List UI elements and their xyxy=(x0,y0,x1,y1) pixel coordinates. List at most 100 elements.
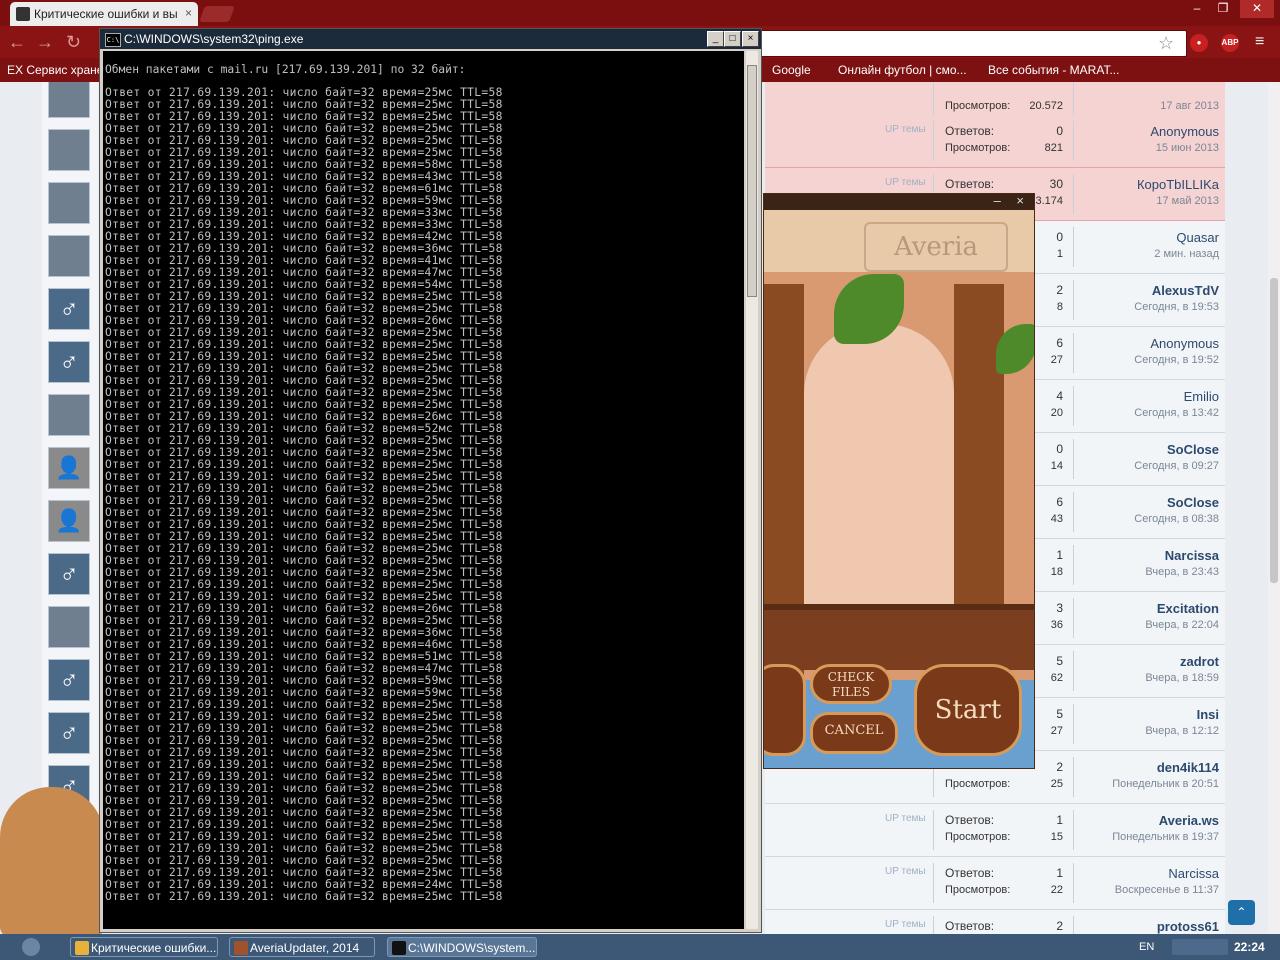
console-scrollbar-thumb[interactable] xyxy=(747,65,757,297)
bookmark-item[interactable]: Все события - MARAT... xyxy=(988,63,1119,77)
check-files-button[interactable]: CHECK FILES xyxy=(810,664,892,704)
last-post-date: Сегодня, в 19:53 xyxy=(1134,301,1219,313)
last-poster-link[interactable]: AlexusTdV xyxy=(1152,283,1219,298)
reload-icon[interactable]: ↻ xyxy=(66,32,81,53)
user-avatar[interactable]: 👤 xyxy=(48,447,90,489)
averia-window-controls[interactable]: ‒ × xyxy=(994,194,1030,208)
cancel-button[interactable]: CANCEL xyxy=(810,712,898,754)
bookmark-star-icon[interactable]: ☆ xyxy=(1158,33,1174,54)
averia-updater-window: ‒ × Averia CHECK FILES CANCEL Start xyxy=(763,193,1035,769)
last-post-date: Вчера, в 22:04 xyxy=(1145,619,1219,631)
user-avatar[interactable] xyxy=(48,235,90,277)
replies-count: 2 xyxy=(1056,919,1063,933)
last-poster-link[interactable]: Narcissa xyxy=(1165,548,1219,563)
averia-side-button[interactable] xyxy=(764,664,806,756)
last-poster-link[interactable]: Insi xyxy=(1197,707,1219,722)
user-avatar[interactable] xyxy=(48,129,90,171)
last-poster-link[interactable]: Anonymous xyxy=(1150,124,1219,139)
last-poster-link[interactable]: Emilio xyxy=(1184,389,1219,404)
user-avatar[interactable] xyxy=(48,82,90,118)
row-divider xyxy=(1073,651,1074,691)
last-poster-link[interactable]: den4ik114 xyxy=(1157,760,1219,775)
views-count: 821 xyxy=(1044,142,1063,154)
adblock-icon[interactable]: ABP xyxy=(1221,34,1239,52)
ping-header-line: Обмен пакетами с mail.ru [217.69.139.201… xyxy=(105,63,466,76)
last-post-date: Сегодня, в 08:38 xyxy=(1134,513,1219,525)
user-avatar[interactable]: ♂ xyxy=(48,712,90,754)
row-divider xyxy=(1073,704,1074,744)
replies-label: Ответов: xyxy=(945,124,995,138)
bookmark-item[interactable]: EX Сервис хране xyxy=(7,63,103,77)
console-close-button[interactable]: × xyxy=(742,31,759,47)
topic-row[interactable]: UP темы Ответов: 2 protoss61 xyxy=(765,910,1225,934)
replies-label: Ответов: xyxy=(945,866,995,880)
console-minimize-button[interactable]: _ xyxy=(707,31,724,47)
bookmark-item[interactable]: Онлайн футбол | смо... xyxy=(838,63,967,77)
scroll-to-top-button[interactable]: ⌃ xyxy=(1228,900,1255,925)
averia-title-bar[interactable]: ‒ × xyxy=(764,194,1034,210)
taskbar-button[interactable]: Критические ошибки... xyxy=(70,937,218,957)
last-poster-link[interactable]: Narcissa xyxy=(1168,866,1219,881)
last-post-date: Сегодня, в 09:27 xyxy=(1134,460,1219,472)
up-topic-link[interactable]: UP темы xyxy=(885,177,926,188)
last-poster-link[interactable]: protoss61 xyxy=(1157,919,1219,934)
console-icon: C:\ xyxy=(105,33,121,47)
up-topic-link[interactable]: UP темы xyxy=(885,813,926,824)
minimize-button[interactable]: ‒ xyxy=(1184,0,1210,18)
user-avatar[interactable]: ♂ xyxy=(48,341,90,383)
back-icon[interactable]: ← xyxy=(8,32,26,53)
language-indicator[interactable]: EN xyxy=(1139,941,1154,953)
user-avatar[interactable]: 👤 xyxy=(48,500,90,542)
last-poster-link[interactable]: zadrot xyxy=(1180,654,1219,669)
new-tab-button[interactable] xyxy=(199,6,235,22)
last-poster-link[interactable]: Anonymous xyxy=(1150,336,1219,351)
tab-close-icon[interactable]: × xyxy=(185,6,192,20)
user-avatar[interactable] xyxy=(48,606,90,648)
console-window: C:\ C:\WINDOWS\system32\ping.exe _ □ × О… xyxy=(99,28,762,933)
replies-label: Ответов: xyxy=(945,919,995,933)
user-avatar[interactable]: ♂ xyxy=(48,659,90,701)
tab-favicon-icon xyxy=(16,7,30,21)
up-topic-link[interactable]: UP темы xyxy=(885,124,926,135)
last-poster-link[interactable]: Quasar xyxy=(1176,230,1219,245)
topic-row[interactable]: UP темы Ответов: 1 Просмотров: 22 Narcissa Вос… xyxy=(765,857,1225,910)
menu-icon[interactable]: ≡ xyxy=(1255,33,1264,51)
last-poster-link[interactable]: SoClose xyxy=(1167,442,1219,457)
start-button[interactable]: Start xyxy=(914,664,1022,756)
user-avatar[interactable] xyxy=(48,182,90,224)
up-topic-link[interactable]: UP темы xyxy=(885,919,926,930)
maximize-button[interactable]: ❐ xyxy=(1210,0,1236,18)
up-topic-link[interactable]: UP темы xyxy=(885,866,926,877)
replies-label: Ответов: xyxy=(945,177,995,191)
console-output[interactable]: Обмен пакетами с mail.ru [217.69.139.201… xyxy=(103,51,744,929)
console-maximize-button[interactable]: □ xyxy=(724,31,741,47)
user-avatar[interactable] xyxy=(48,394,90,436)
last-post-date: Вчера, в 18:59 xyxy=(1145,672,1219,684)
views-count: 20.572 xyxy=(1029,100,1063,112)
extension-stop-icon[interactable]: ● xyxy=(1190,34,1208,52)
close-window-button[interactable]: ✕ xyxy=(1240,0,1274,18)
last-poster-link[interactable]: КороТbILLIKa xyxy=(1137,177,1219,192)
user-avatar[interactable]: ♂ xyxy=(48,288,90,330)
taskbar-button[interactable]: AveriaUpdater, 2014 xyxy=(229,937,375,957)
kitten-mascot-image xyxy=(0,787,104,934)
user-avatar[interactable]: ♂ xyxy=(48,553,90,595)
last-post-date: Вчера, в 23:43 xyxy=(1145,566,1219,578)
address-bar[interactable] xyxy=(720,30,1187,57)
row-divider xyxy=(1073,545,1074,585)
system-tray[interactable] xyxy=(1172,939,1228,955)
forward-icon[interactable]: → xyxy=(36,32,54,53)
topic-row[interactable]: UP темы Ответов: 1 Просмотров: 15 Averia.ws По… xyxy=(765,804,1225,857)
console-title-bar[interactable]: C:\ C:\WINDOWS\system32\ping.exe _ □ × xyxy=(100,29,761,49)
last-poster-link[interactable]: Excitation xyxy=(1157,601,1219,616)
taskbar-button[interactable]: C:\WINDOWS\system... xyxy=(387,937,537,957)
views-count: 15 xyxy=(1050,831,1063,843)
bookmark-item[interactable]: Google xyxy=(772,63,811,77)
start-menu-icon[interactable] xyxy=(22,938,40,956)
page-scrollbar-thumb[interactable] xyxy=(1270,278,1278,583)
replies-count: 30 xyxy=(1049,177,1063,191)
topic-row[interactable]: UP темы Ответов: 0 Просмотров: 821 Anonymous 1… xyxy=(765,115,1225,168)
last-poster-link[interactable]: Averia.ws xyxy=(1159,813,1219,828)
browser-tab[interactable]: Критические ошибки и вы × xyxy=(10,2,198,26)
last-poster-link[interactable]: SoClose xyxy=(1167,495,1219,510)
